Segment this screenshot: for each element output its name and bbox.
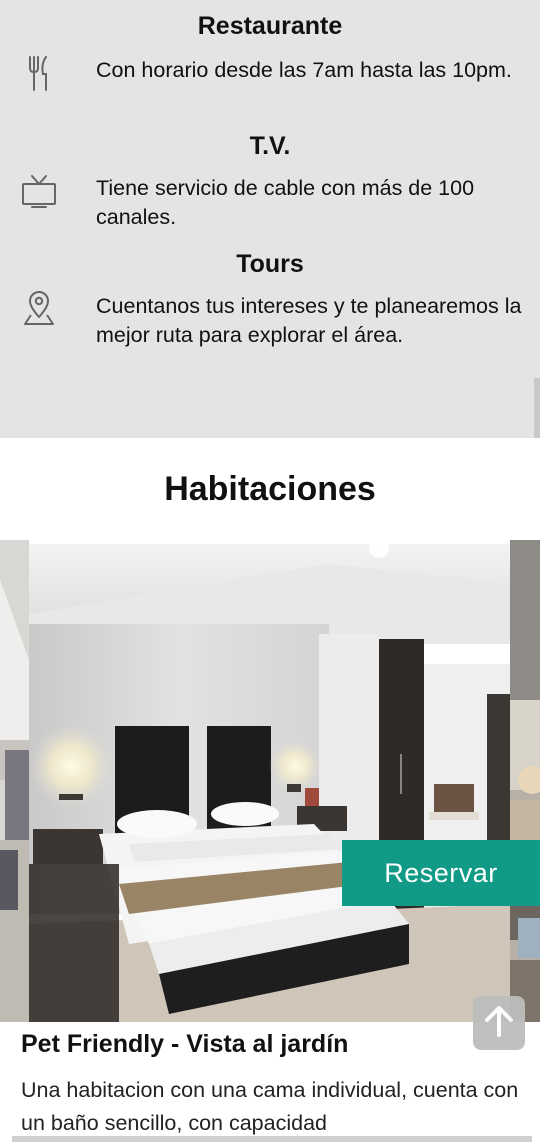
tv-icon [14, 168, 64, 214]
amenity-text-tv: Tiene servicio de cable con más de 100 c… [96, 176, 475, 229]
room-description: Una habitacion con una cama individual, … [21, 1078, 519, 1135]
scroll-to-top-button[interactable] [473, 996, 525, 1050]
room-photo[interactable] [29, 544, 510, 1022]
amenity-text-restaurante: Con horario desde las 7am hasta las 10pm… [96, 58, 512, 82]
amenity-text-tours: Cuentanos tus intereses y te planearemos… [96, 294, 522, 347]
page-scrollbar[interactable] [534, 378, 540, 438]
carousel-next-slide[interactable] [510, 540, 540, 1022]
rooms-section-title: Habitaciones [164, 470, 376, 508]
amenity-title-tours: Tours [236, 250, 304, 278]
fork-knife-icon [14, 50, 64, 96]
carousel-prev-slide[interactable] [0, 540, 29, 1022]
room-title: Pet Friendly - Vista al jardín [21, 1030, 349, 1058]
horizontal-scrollbar[interactable] [12, 1136, 532, 1142]
amenity-title-restaurante: Restaurante [197, 12, 343, 40]
room-carousel[interactable] [0, 540, 540, 1022]
arrow-up-icon [483, 1004, 515, 1043]
reserve-button[interactable]: Reservar [342, 840, 540, 906]
amenities-section: Restaurante Con horario desde las 7am ha… [0, 0, 540, 438]
map-pin-icon [14, 286, 64, 332]
amenity-title-tv: T.V. [249, 132, 291, 160]
